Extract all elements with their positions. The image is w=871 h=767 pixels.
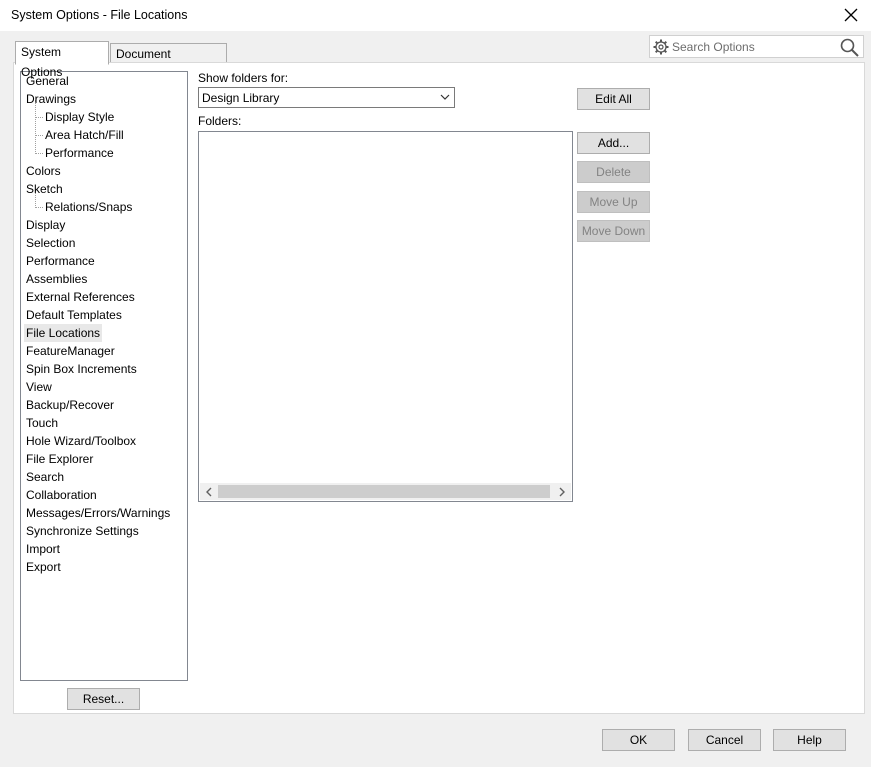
tree-item-external-references[interactable]: External References [24, 288, 137, 306]
search-box[interactable]: Search Options [649, 35, 864, 58]
close-icon [844, 8, 858, 22]
dropdown-value: Design Library [202, 91, 280, 105]
ok-button[interactable]: OK [602, 729, 675, 751]
tree-item-view[interactable]: View [24, 378, 54, 396]
show-folders-dropdown[interactable]: Design Library [198, 87, 455, 108]
tree-connector [35, 117, 43, 118]
chevron-down-icon [440, 94, 450, 100]
tree-item-drawings-performance[interactable]: Performance [43, 144, 116, 162]
close-button[interactable] [837, 2, 865, 28]
move-down-button[interactable]: Move Down [577, 220, 650, 242]
tree-item-search[interactable]: Search [24, 468, 66, 486]
tree-item-spin-box-increments[interactable]: Spin Box Increments [24, 360, 139, 378]
tree-item-hole-wizard-toolbox[interactable]: Hole Wizard/Toolbox [24, 432, 138, 450]
tree-connector [35, 100, 36, 154]
reset-button[interactable]: Reset... [67, 688, 140, 710]
tree-item-file-explorer[interactable]: File Explorer [24, 450, 95, 468]
tree-item-display[interactable]: Display [24, 216, 67, 234]
edit-all-button[interactable]: Edit All [577, 88, 650, 110]
tree-connector [35, 153, 43, 154]
tree-item-relations-snaps[interactable]: Relations/Snaps [43, 198, 134, 216]
chevron-left-icon [206, 487, 212, 496]
tree-item-messages-errors-warnings[interactable]: Messages/Errors/Warnings [24, 504, 172, 522]
delete-button[interactable]: Delete [577, 161, 650, 183]
tree-item-import[interactable]: Import [24, 540, 62, 558]
tree-item-area-hatch-fill[interactable]: Area Hatch/Fill [43, 126, 126, 144]
gear-icon[interactable] [653, 39, 669, 55]
window-title: System Options - File Locations [11, 8, 188, 22]
show-folders-label: Show folders for: [198, 71, 289, 85]
folders-label: Folders: [198, 114, 242, 128]
tree-item-file-locations[interactable]: File Locations [24, 324, 103, 342]
options-tree[interactable]: General Drawings Display Style Area Hatc… [20, 71, 188, 681]
scroll-left-button[interactable] [200, 483, 217, 500]
tab-label: System Options [21, 45, 63, 79]
chevron-right-icon [559, 487, 565, 496]
tree-item-default-templates[interactable]: Default Templates [24, 306, 124, 324]
tree-item-assemblies[interactable]: Assemblies [24, 270, 89, 288]
footer-separator [0, 715, 871, 716]
tree-item-featuremanager[interactable]: FeatureManager [24, 342, 117, 360]
tree-item-collaboration[interactable]: Collaboration [24, 486, 99, 504]
tree-item-backup-recover[interactable]: Backup/Recover [24, 396, 116, 414]
tree-item-selection[interactable]: Selection [24, 234, 77, 252]
tree-item-display-style[interactable]: Display Style [43, 108, 116, 126]
tree-item-colors[interactable]: Colors [24, 162, 63, 180]
tab-system-options[interactable]: System Options [15, 41, 109, 79]
tree-item-export[interactable]: Export [24, 558, 63, 576]
tree-item-performance[interactable]: Performance [24, 252, 97, 270]
tree-item-touch[interactable]: Touch [24, 414, 60, 432]
search-icon[interactable] [840, 38, 859, 57]
folders-list[interactable] [198, 131, 573, 502]
title-bar: System Options - File Locations [0, 0, 871, 31]
search-input[interactable]: Search Options [672, 40, 755, 54]
tree-item-drawings[interactable]: Drawings [24, 90, 78, 108]
scrollbar-thumb[interactable] [218, 485, 550, 498]
horizontal-scrollbar[interactable] [200, 483, 571, 500]
tree-item-sketch[interactable]: Sketch [24, 180, 65, 198]
move-up-button[interactable]: Move Up [577, 191, 650, 213]
help-button[interactable]: Help [773, 729, 846, 751]
tree-connector [35, 135, 43, 136]
add-button[interactable]: Add... [577, 132, 650, 154]
scroll-right-button[interactable] [554, 483, 571, 500]
tree-item-synchronize-settings[interactable]: Synchronize Settings [24, 522, 141, 540]
cancel-button[interactable]: Cancel [688, 729, 761, 751]
tree-connector [35, 207, 43, 208]
